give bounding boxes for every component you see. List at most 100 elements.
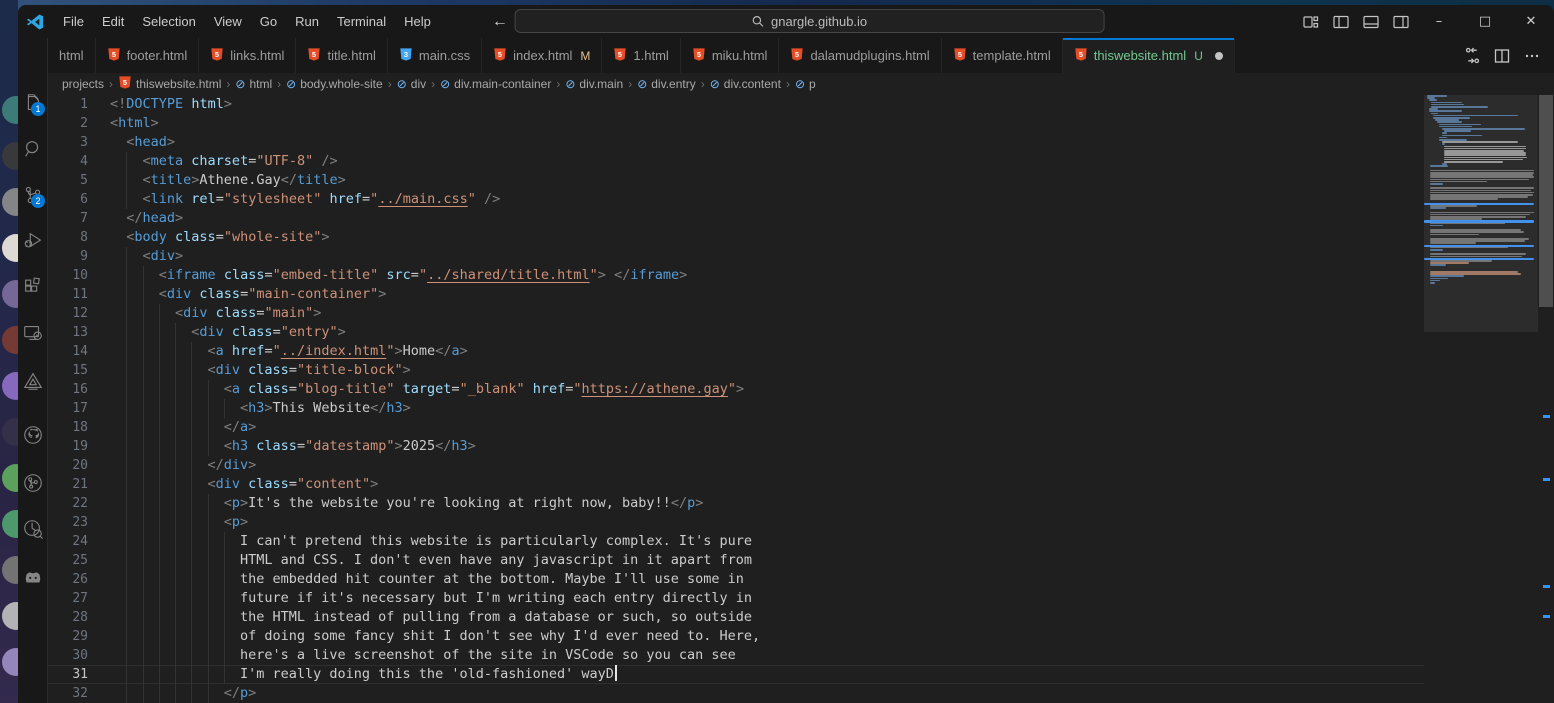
code-line-10[interactable]: 10 <iframe class="embed-title" src="../s… <box>48 266 1424 285</box>
code-line-1[interactable]: 1<!DOCTYPE html> <box>48 95 1424 114</box>
tab-dalamudplugins.html[interactable]: 5dalamudplugins.html <box>779 38 941 73</box>
code-line-12[interactable]: 12 <div class="main"> <box>48 304 1424 323</box>
tab-title.html[interactable]: 5title.html <box>296 38 387 73</box>
minimap-slider[interactable] <box>1424 95 1538 332</box>
symbol-element-icon: ⊘ <box>637 78 647 90</box>
code-line-23[interactable]: 23 <p> <box>48 513 1424 532</box>
breadcrumb-item-projects[interactable]: projects <box>62 77 104 91</box>
gitlens-activity-item[interactable] <box>18 512 48 546</box>
more-actions-icon[interactable] <box>1520 44 1544 68</box>
line-number: 20 <box>48 456 110 475</box>
svg-text:5: 5 <box>958 49 962 58</box>
menu-edit[interactable]: Edit <box>93 5 133 38</box>
breadcrumb-item-div.content[interactable]: ⊘div.content <box>710 77 781 91</box>
code-line-14[interactable]: 14 <a href="../index.html">Home</a> <box>48 342 1424 361</box>
vscode-logo-icon <box>26 13 44 31</box>
close-button[interactable]: ✕ <box>1508 5 1554 38</box>
breadcrumb-item-thiswebsite.html[interactable]: 5thiswebsite.html <box>118 75 221 93</box>
breadcrumb-item-body.whole-site[interactable]: ⊘body.whole-site <box>286 77 383 91</box>
open-changes-icon[interactable] <box>1460 44 1484 68</box>
line-number: 3 <box>48 133 110 152</box>
tab-index.html[interactable]: 5index.htmlM <box>482 38 602 73</box>
code-line-6[interactable]: 6 <link rel="stylesheet" href="../main.c… <box>48 190 1424 209</box>
breadcrumb-item-div.main-container[interactable]: ⊘div.main-container <box>440 77 551 91</box>
extensions-activity-item[interactable] <box>18 270 48 304</box>
code-line-5[interactable]: 5 <title>Athene.Gay</title> <box>48 171 1424 190</box>
breadcrumb-item-div[interactable]: ⊘div <box>397 77 426 91</box>
code-line-21[interactable]: 21 <div class="content"> <box>48 475 1424 494</box>
code-line-15[interactable]: 15 <div class="title-block"> <box>48 361 1424 380</box>
code-line-26[interactable]: 26 the embedded hit counter at the botto… <box>48 570 1424 589</box>
code-line-9[interactable]: 9 <div> <box>48 247 1424 266</box>
split-editor-icon[interactable] <box>1490 44 1514 68</box>
nav-back-icon[interactable]: ← <box>492 13 508 31</box>
line-number: 29 <box>48 627 110 646</box>
code-line-32[interactable]: 32 </p> <box>48 684 1424 703</box>
search-activity-item[interactable] <box>18 132 48 166</box>
code-line-28[interactable]: 28 the HTML instead of pulling from a da… <box>48 608 1424 627</box>
menu-run[interactable]: Run <box>286 5 328 38</box>
code-line-25[interactable]: 25 HTML and CSS. I don't even have any j… <box>48 551 1424 570</box>
scrollbar-thumb[interactable] <box>1539 95 1553 307</box>
vertical-scrollbar[interactable] <box>1538 95 1554 703</box>
customize-layout-icon[interactable] <box>1296 5 1326 38</box>
tab-miku.html[interactable]: 5miku.html <box>681 38 780 73</box>
code-line-4[interactable]: 4 <meta charset="UTF-8" /> <box>48 152 1424 171</box>
code-editor[interactable]: 1<!DOCTYPE html>2<html>3 <head>4 <meta c… <box>48 95 1554 703</box>
code-line-30[interactable]: 30 here's a live screenshot of the site … <box>48 646 1424 665</box>
code-line-18[interactable]: 18 </a> <box>48 418 1424 437</box>
toggle-secondary-sidebar-icon[interactable] <box>1386 5 1416 38</box>
breadcrumb-separator-icon: › <box>556 77 560 91</box>
tab-main.css[interactable]: 3main.css <box>388 38 482 73</box>
code-line-24[interactable]: 24 I can't pretend this website is parti… <box>48 532 1424 551</box>
code-line-2[interactable]: 2<html> <box>48 114 1424 133</box>
run-debug-activity-item[interactable] <box>18 224 48 258</box>
tab-html[interactable]: html <box>48 38 96 73</box>
code-line-29[interactable]: 29 of doing some fancy shit I don't see … <box>48 627 1424 646</box>
tab-thiswebsite.html[interactable]: 5thiswebsite.htmlU <box>1063 38 1235 73</box>
breadcrumb-item-div.entry[interactable]: ⊘div.entry <box>637 77 696 91</box>
source-control-activity-item[interactable]: 2 <box>18 178 48 212</box>
line-number: 19 <box>48 437 110 456</box>
toggle-panel-icon[interactable] <box>1356 5 1386 38</box>
code-line-20[interactable]: 20 </div> <box>48 456 1424 475</box>
breadcrumb-item-html[interactable]: ⊘html <box>235 77 272 91</box>
remote-explorer-activity-item[interactable] <box>18 316 48 350</box>
code-line-7[interactable]: 7 </head> <box>48 209 1424 228</box>
code-line-19[interactable]: 19 <h3 class="datestamp">2025</h3> <box>48 437 1424 456</box>
minimap[interactable] <box>1424 95 1538 703</box>
menu-go[interactable]: Go <box>251 5 286 38</box>
code-line-16[interactable]: 16 <a class="blog-title" target="_blank"… <box>48 380 1424 399</box>
menu-file[interactable]: File <box>54 5 93 38</box>
code-line-11[interactable]: 11 <div class="main-container"> <box>48 285 1424 304</box>
menu-help[interactable]: Help <box>395 5 440 38</box>
maximize-button[interactable]: □ <box>1462 5 1508 38</box>
code-line-31[interactable]: 31 I'm really doing this the 'old-fashio… <box>48 665 1424 684</box>
code-line-27[interactable]: 27 future if it's necessary but I'm writ… <box>48 589 1424 608</box>
files-activity-item[interactable]: 1 <box>18 86 48 120</box>
code-line-13[interactable]: 13 <div class="entry"> <box>48 323 1424 342</box>
tab-footer.html[interactable]: 5footer.html <box>96 38 200 73</box>
code-line-17[interactable]: 17 <h3>This Website</h3> <box>48 399 1424 418</box>
menu-terminal[interactable]: Terminal <box>328 5 395 38</box>
a-triangle-extension-activity-item[interactable] <box>18 364 48 398</box>
code-line-8[interactable]: 8 <body class="whole-site"> <box>48 228 1424 247</box>
menu-view[interactable]: View <box>205 5 251 38</box>
tab-template.html[interactable]: 5template.html <box>942 38 1063 73</box>
godot-tools-activity-item[interactable] <box>18 560 48 594</box>
breadcrumb-item-div.main[interactable]: ⊘div.main <box>565 77 623 91</box>
toggle-primary-sidebar-icon[interactable] <box>1326 5 1356 38</box>
minimize-button[interactable]: – <box>1416 5 1462 38</box>
line-number: 4 <box>48 152 110 171</box>
vscode-window: FileEditSelectionViewGoRunTerminalHelp ←… <box>18 5 1554 703</box>
command-center-search[interactable]: gnargle.github.io <box>515 9 1105 33</box>
code-line-3[interactable]: 3 <head> <box>48 133 1424 152</box>
breadcrumb-item-p[interactable]: ⊘p <box>795 77 816 91</box>
code-line-22[interactable]: 22 <p>It's the website you're looking at… <box>48 494 1424 513</box>
git-graph-activity-item[interactable] <box>18 466 48 500</box>
github-activity-item[interactable] <box>18 418 48 452</box>
tab-1.html[interactable]: 51.html <box>602 38 680 73</box>
menu-selection[interactable]: Selection <box>133 5 204 38</box>
tab-links.html[interactable]: 5links.html <box>199 38 296 73</box>
line-number: 27 <box>48 589 110 608</box>
